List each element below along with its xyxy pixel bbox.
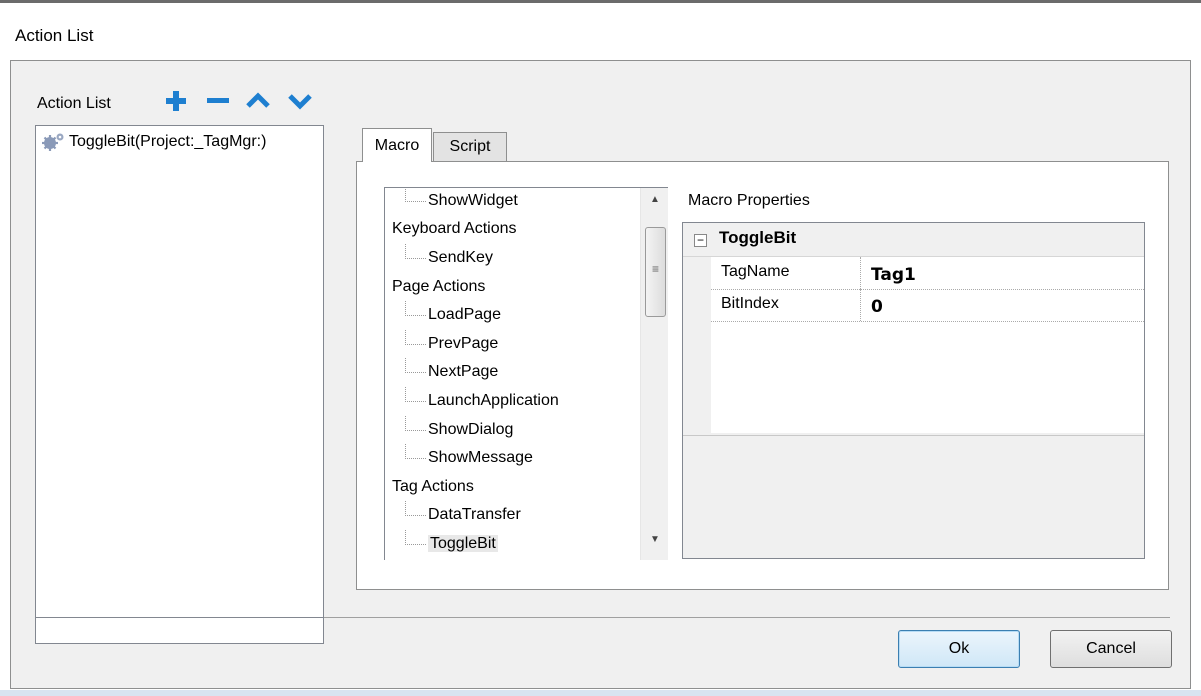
action-list-label: Action List [37, 95, 111, 112]
property-description-pane [683, 435, 1144, 558]
scroll-up-arrow-icon[interactable]: ▲ [641, 194, 669, 214]
property-row-bitindex[interactable]: BitIndex 0 [711, 289, 1144, 322]
property-group-title: ToggleBit [719, 228, 797, 247]
tree-category-keyboard-actions[interactable]: Keyboard Actions [392, 216, 517, 242]
remove-action-button[interactable] [205, 88, 231, 114]
property-group-header: − ToggleBit [683, 223, 1144, 257]
move-up-button[interactable] [245, 88, 271, 114]
scroll-down-arrow-icon[interactable]: ▼ [641, 534, 669, 554]
action-list-footer [35, 618, 324, 644]
chevron-up-icon [246, 92, 270, 108]
tree-item-showmessage[interactable]: ShowMessage [405, 444, 533, 471]
tree-item-launchapplication[interactable]: LaunchApplication [405, 387, 559, 414]
action-list-box[interactable]: ToggleBit(Project:_TagMgr:) [35, 125, 324, 618]
tree-scrollbar[interactable]: ▲ ≡ ▼ [640, 188, 668, 560]
window-title: Action List [15, 26, 94, 45]
property-row-tagname[interactable]: TagName Tag1 [711, 257, 1144, 290]
plus-icon [166, 91, 186, 111]
footer-divider [324, 617, 1170, 618]
tab-script[interactable]: Script [433, 132, 507, 161]
property-value[interactable]: 0 [871, 289, 883, 321]
property-value[interactable]: Tag1 [871, 257, 916, 289]
tree-category-tag-actions[interactable]: Tag Actions [392, 474, 474, 500]
tree-item-nextpage[interactable]: NextPage [405, 358, 498, 385]
action-list-item-label: ToggleBit(Project:_TagMgr:) [69, 133, 267, 150]
tree-item-prevpage[interactable]: PrevPage [405, 330, 498, 357]
property-name: TagName [711, 257, 861, 289]
grip-icon: ≡ [651, 262, 659, 276]
minus-icon [207, 98, 229, 103]
property-rows: TagName Tag1 BitIndex 0 [711, 257, 1144, 433]
property-name: BitIndex [711, 289, 861, 321]
gears-icon [40, 132, 66, 152]
tree-category-page-actions[interactable]: Page Actions [392, 274, 485, 300]
move-down-button[interactable] [287, 88, 313, 114]
collapse-icon[interactable]: − [694, 234, 707, 247]
action-list-item[interactable]: ToggleBit(Project:_TagMgr:) [40, 132, 266, 152]
tree-item-loadpage[interactable]: LoadPage [405, 301, 501, 328]
scroll-thumb[interactable]: ≡ [645, 227, 666, 317]
ok-button[interactable]: Ok [898, 630, 1020, 668]
tree-item-showwidget[interactable]: ShowWidget [405, 188, 518, 214]
macro-properties-label: Macro Properties [688, 192, 810, 209]
tree-item-sendkey[interactable]: SendKey [405, 244, 493, 271]
tree-item-showdialog[interactable]: ShowDialog [405, 416, 513, 443]
tab-macro[interactable]: Macro [362, 128, 432, 162]
tree-item-togglebit[interactable]: ToggleBit [405, 530, 498, 557]
title-bar [0, 3, 1201, 57]
tree-item-datatransfer[interactable]: DataTransfer [405, 501, 521, 528]
cancel-button[interactable]: Cancel [1050, 630, 1172, 668]
window-bottom-edge [0, 690, 1201, 696]
property-grid: − ToggleBit TagName Tag1 BitIndex 0 [682, 222, 1145, 559]
chevron-down-icon [288, 94, 312, 110]
macro-tree[interactable]: ShowWidget Keyboard Actions SendKey Page… [384, 187, 668, 560]
add-action-button[interactable] [163, 88, 189, 114]
